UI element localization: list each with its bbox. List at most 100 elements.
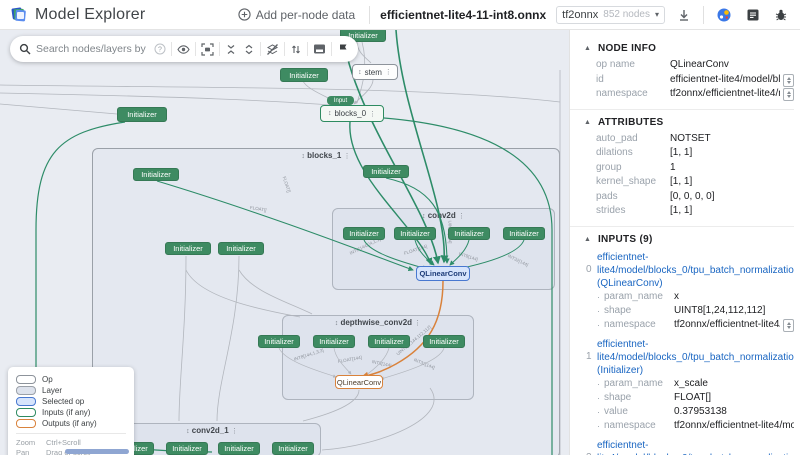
graph-edge — [178, 255, 187, 422]
graph-edge — [185, 269, 301, 318]
section-divider — [570, 225, 794, 227]
node-initializer[interactable]: Initializer — [394, 227, 436, 240]
graph-edge — [278, 347, 337, 378]
legend-swatch-layer — [16, 386, 36, 395]
bug-report-icon[interactable] — [772, 6, 790, 24]
node-link[interactable]: efficientnet- — [597, 338, 794, 351]
graph-edge — [216, 255, 240, 422]
collapse-chevron-icon[interactable]: ▲ — [584, 45, 591, 52]
node-link[interactable]: efficientnet- — [597, 251, 794, 264]
divider — [307, 42, 308, 56]
top-bar-actions: Add per-node data efficientnet-lite4-11-… — [234, 5, 790, 25]
collapse-chevron-icon[interactable]: ▲ — [584, 236, 591, 243]
kebab-menu-icon[interactable]: ⋮ — [369, 110, 376, 118]
flatten-layers-icon[interactable] — [263, 43, 282, 56]
node-qlinearconv[interactable]: QLinearConv — [335, 375, 383, 389]
graph-canvas[interactable]: ↕ blocks_1 ⋮ ↕ conv2d ⋮ ↕ depthwise_conv2d… — [0, 30, 569, 455]
legend-swatch-output — [16, 419, 36, 428]
unfold-icon[interactable]: ↕ — [358, 69, 362, 76]
divider — [219, 42, 220, 56]
node-initializer[interactable]: Initializer — [368, 335, 410, 348]
detail-row-group: group 1 — [596, 161, 676, 173]
copy-value-icon[interactable] — [783, 88, 794, 101]
node-initializer[interactable]: Initializer — [503, 227, 545, 240]
unfold-icon[interactable]: ↕ — [328, 110, 332, 117]
visibility-icon[interactable] — [174, 43, 193, 56]
section-header-inputs-9-[interactable]: ▲ INPUTS (9) — [584, 234, 794, 245]
graph-edge — [156, 180, 414, 272]
graph-edge — [238, 269, 313, 315]
detail-row-namespace: namespacetf2onnx/efficientnet-lite4/mode… — [584, 87, 794, 102]
legend-item-input: Inputs (if any) — [16, 408, 126, 417]
canvas-toolbar: ? — [10, 36, 358, 62]
chevron-down-icon: ▾ — [654, 10, 659, 19]
canvas-horizontal-scrollbar[interactable] — [65, 449, 129, 454]
collapse-chevron-icon[interactable]: ▲ — [584, 119, 591, 126]
help-icon[interactable]: ? — [151, 43, 169, 55]
node-initializer[interactable]: Initializer — [423, 335, 465, 348]
node-initializer[interactable]: Initializer — [133, 168, 179, 181]
node-blocks_0[interactable]: ↕ blocks_0 ⋮ — [320, 105, 384, 122]
detail-row-strides: strides [1, 1] — [596, 205, 693, 216]
flag-icon[interactable] — [334, 43, 352, 56]
node-initializer[interactable]: Initializer — [117, 107, 167, 122]
kebab-menu-icon[interactable]: ⋮ — [385, 68, 392, 76]
divider — [331, 42, 332, 56]
node-initializer[interactable]: Initializer — [363, 165, 409, 178]
graph-edge — [353, 79, 374, 105]
legend-item-op: Op — [16, 375, 126, 384]
node-initializer[interactable]: Initializer — [448, 227, 490, 240]
node-link[interactable]: lite4/model/blocks_0/tpu_batch_normaliza… — [597, 452, 794, 455]
divider — [284, 42, 285, 56]
node-initializer[interactable]: Initializer — [258, 335, 300, 348]
graph-selector-dropdown[interactable]: tf2onnx 852 nodes ▾ — [556, 5, 665, 24]
node-link[interactable]: lite4/model/blocks_0/tpu_batch_normaliza… — [597, 351, 794, 364]
node-initializer[interactable]: Initializer — [343, 227, 385, 240]
screenshot-icon[interactable] — [310, 43, 329, 55]
collapse-all-layers-icon[interactable] — [222, 43, 240, 56]
node-link[interactable]: (QLinearConv) — [597, 277, 794, 290]
search-icon — [16, 43, 34, 55]
copy-value-icon[interactable] — [783, 318, 794, 332]
section-header-attributes[interactable]: ▲ ATTRIBUTES — [584, 117, 794, 128]
node-link[interactable]: efficientnet- — [597, 439, 794, 452]
graph-edge — [0, 84, 561, 103]
node-link[interactable]: (Initializer) — [597, 364, 794, 377]
legend-divider — [16, 433, 126, 434]
node-initializer[interactable]: Initializer — [280, 68, 328, 82]
input-item-0: 0 efficientnet-lite4/model/blocks_0/tpu_b… — [586, 251, 794, 332]
node-initializer[interactable]: Initializer — [166, 442, 208, 455]
documentation-icon[interactable] — [744, 6, 762, 24]
model-explorer-app: Model Explorer Add per-node data efficie… — [0, 0, 800, 455]
add-per-node-data-button[interactable]: Add per-node data — [234, 6, 359, 24]
node-link[interactable]: lite4/model/blocks_0/tpu_batch_normaliza… — [597, 264, 794, 277]
node-qlinearconv[interactable]: QLinearConv — [416, 266, 470, 281]
node-initializer[interactable]: Initializer — [313, 335, 355, 348]
node-initializer[interactable]: Initializer — [218, 442, 260, 455]
zoom-to-fit-icon[interactable] — [198, 42, 217, 56]
legend-item-layer: Layer — [16, 386, 126, 395]
node-input[interactable]: Input — [327, 96, 354, 105]
section-header-node-info[interactable]: ▲ NODE INFO — [584, 43, 794, 54]
expand-all-layers-icon[interactable] — [240, 43, 258, 56]
top-bar: Model Explorer Add per-node data efficie… — [0, 0, 800, 30]
graph-edge — [333, 347, 352, 375]
node-stem[interactable]: ↕ stem ⋮ — [352, 64, 398, 80]
detail-row-id: idefficientnet-lite4/model/blocks_1/c... — [584, 73, 794, 88]
brand: Model Explorer — [10, 6, 145, 24]
detail-row-kernel_shape: kernel_shape [1, 1] — [596, 176, 693, 187]
param-row-shape: · shape UINT8[1,24,112,112] — [597, 304, 766, 316]
graph-edge — [385, 177, 450, 264]
node-initializer[interactable]: Initializer — [218, 242, 264, 255]
divider — [369, 5, 371, 24]
trace-inputs-outputs-icon[interactable] — [287, 43, 305, 56]
model-filename: efficientnet-lite4-11-int8.onnx — [380, 7, 547, 22]
node-initializer[interactable]: Initializer — [272, 442, 314, 455]
legend-hint: Zoom Ctrl+Scroll — [16, 438, 81, 447]
search-input[interactable] — [34, 42, 151, 56]
param-row-value: · value 0.37953138 — [597, 405, 727, 417]
node-initializer[interactable]: Initializer — [165, 242, 211, 255]
download-graph-button[interactable] — [675, 6, 693, 24]
copy-value-icon[interactable] — [783, 73, 794, 87]
feedback-icon[interactable] — [714, 5, 734, 25]
